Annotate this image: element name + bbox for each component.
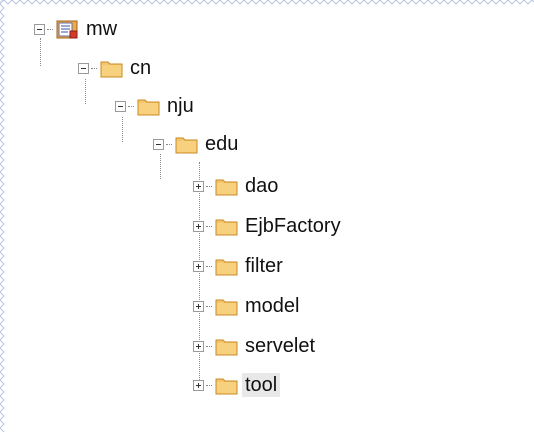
tree-connector: [206, 185, 212, 187]
node-label: EjbFactory: [245, 215, 341, 237]
collapse-toggle[interactable]: [34, 23, 45, 35]
folder-icon: [215, 219, 238, 235]
tree-connector: [206, 265, 212, 267]
tree-connector: [206, 225, 212, 227]
node-label: nju: [167, 95, 194, 117]
node-label: cn: [130, 57, 152, 79]
expand-toggle[interactable]: [193, 340, 204, 352]
collapse-toggle[interactable]: [78, 62, 89, 74]
collapse-toggle[interactable]: [115, 100, 126, 112]
tree-connector: [206, 305, 212, 307]
tree-node-servelet[interactable]: servelet: [193, 329, 315, 363]
node-label-selected: tool: [242, 373, 281, 397]
tree-node-mw[interactable]: mw: [34, 12, 117, 46]
expand-toggle[interactable]: [193, 260, 204, 272]
folder-icon: [100, 61, 123, 77]
folder-icon: [215, 378, 238, 394]
tree-node-ejbfactory[interactable]: EjbFactory: [193, 209, 341, 243]
tree-connector: [166, 143, 172, 145]
tree-connector: [128, 105, 134, 107]
folder-icon: [137, 99, 160, 115]
tree-node-tool[interactable]: tool: [193, 368, 281, 402]
tree-connector: [91, 67, 97, 69]
collapse-toggle[interactable]: [153, 138, 164, 150]
expand-toggle[interactable]: [193, 180, 204, 192]
project-icon: [56, 20, 78, 38]
tree-connector: [206, 345, 212, 347]
folder-icon: [215, 259, 238, 275]
tree-node-model[interactable]: model: [193, 289, 299, 323]
folder-icon: [215, 339, 238, 355]
node-label: dao: [245, 175, 279, 197]
expand-toggle[interactable]: [193, 300, 204, 312]
torn-edge-top: [0, 0, 534, 5]
expand-toggle[interactable]: [193, 379, 204, 391]
tree-connector: [47, 28, 53, 30]
torn-edge-left: [0, 0, 5, 432]
tree-node-filter[interactable]: filter: [193, 249, 283, 283]
folder-icon: [215, 299, 238, 315]
node-label: filter: [245, 255, 283, 277]
folder-icon: [175, 137, 198, 153]
node-label: servelet: [245, 335, 316, 357]
node-label: mw: [86, 18, 118, 40]
node-label: edu: [205, 133, 239, 155]
tree-node-nju[interactable]: nju: [115, 89, 194, 123]
tree-node-edu[interactable]: edu: [153, 127, 238, 161]
tree-node-cn[interactable]: cn: [78, 51, 151, 85]
tree-connector: [206, 384, 212, 386]
folder-icon: [215, 179, 238, 195]
node-label: model: [245, 295, 300, 317]
expand-toggle[interactable]: [193, 220, 204, 232]
tree-node-dao[interactable]: dao: [193, 169, 278, 203]
